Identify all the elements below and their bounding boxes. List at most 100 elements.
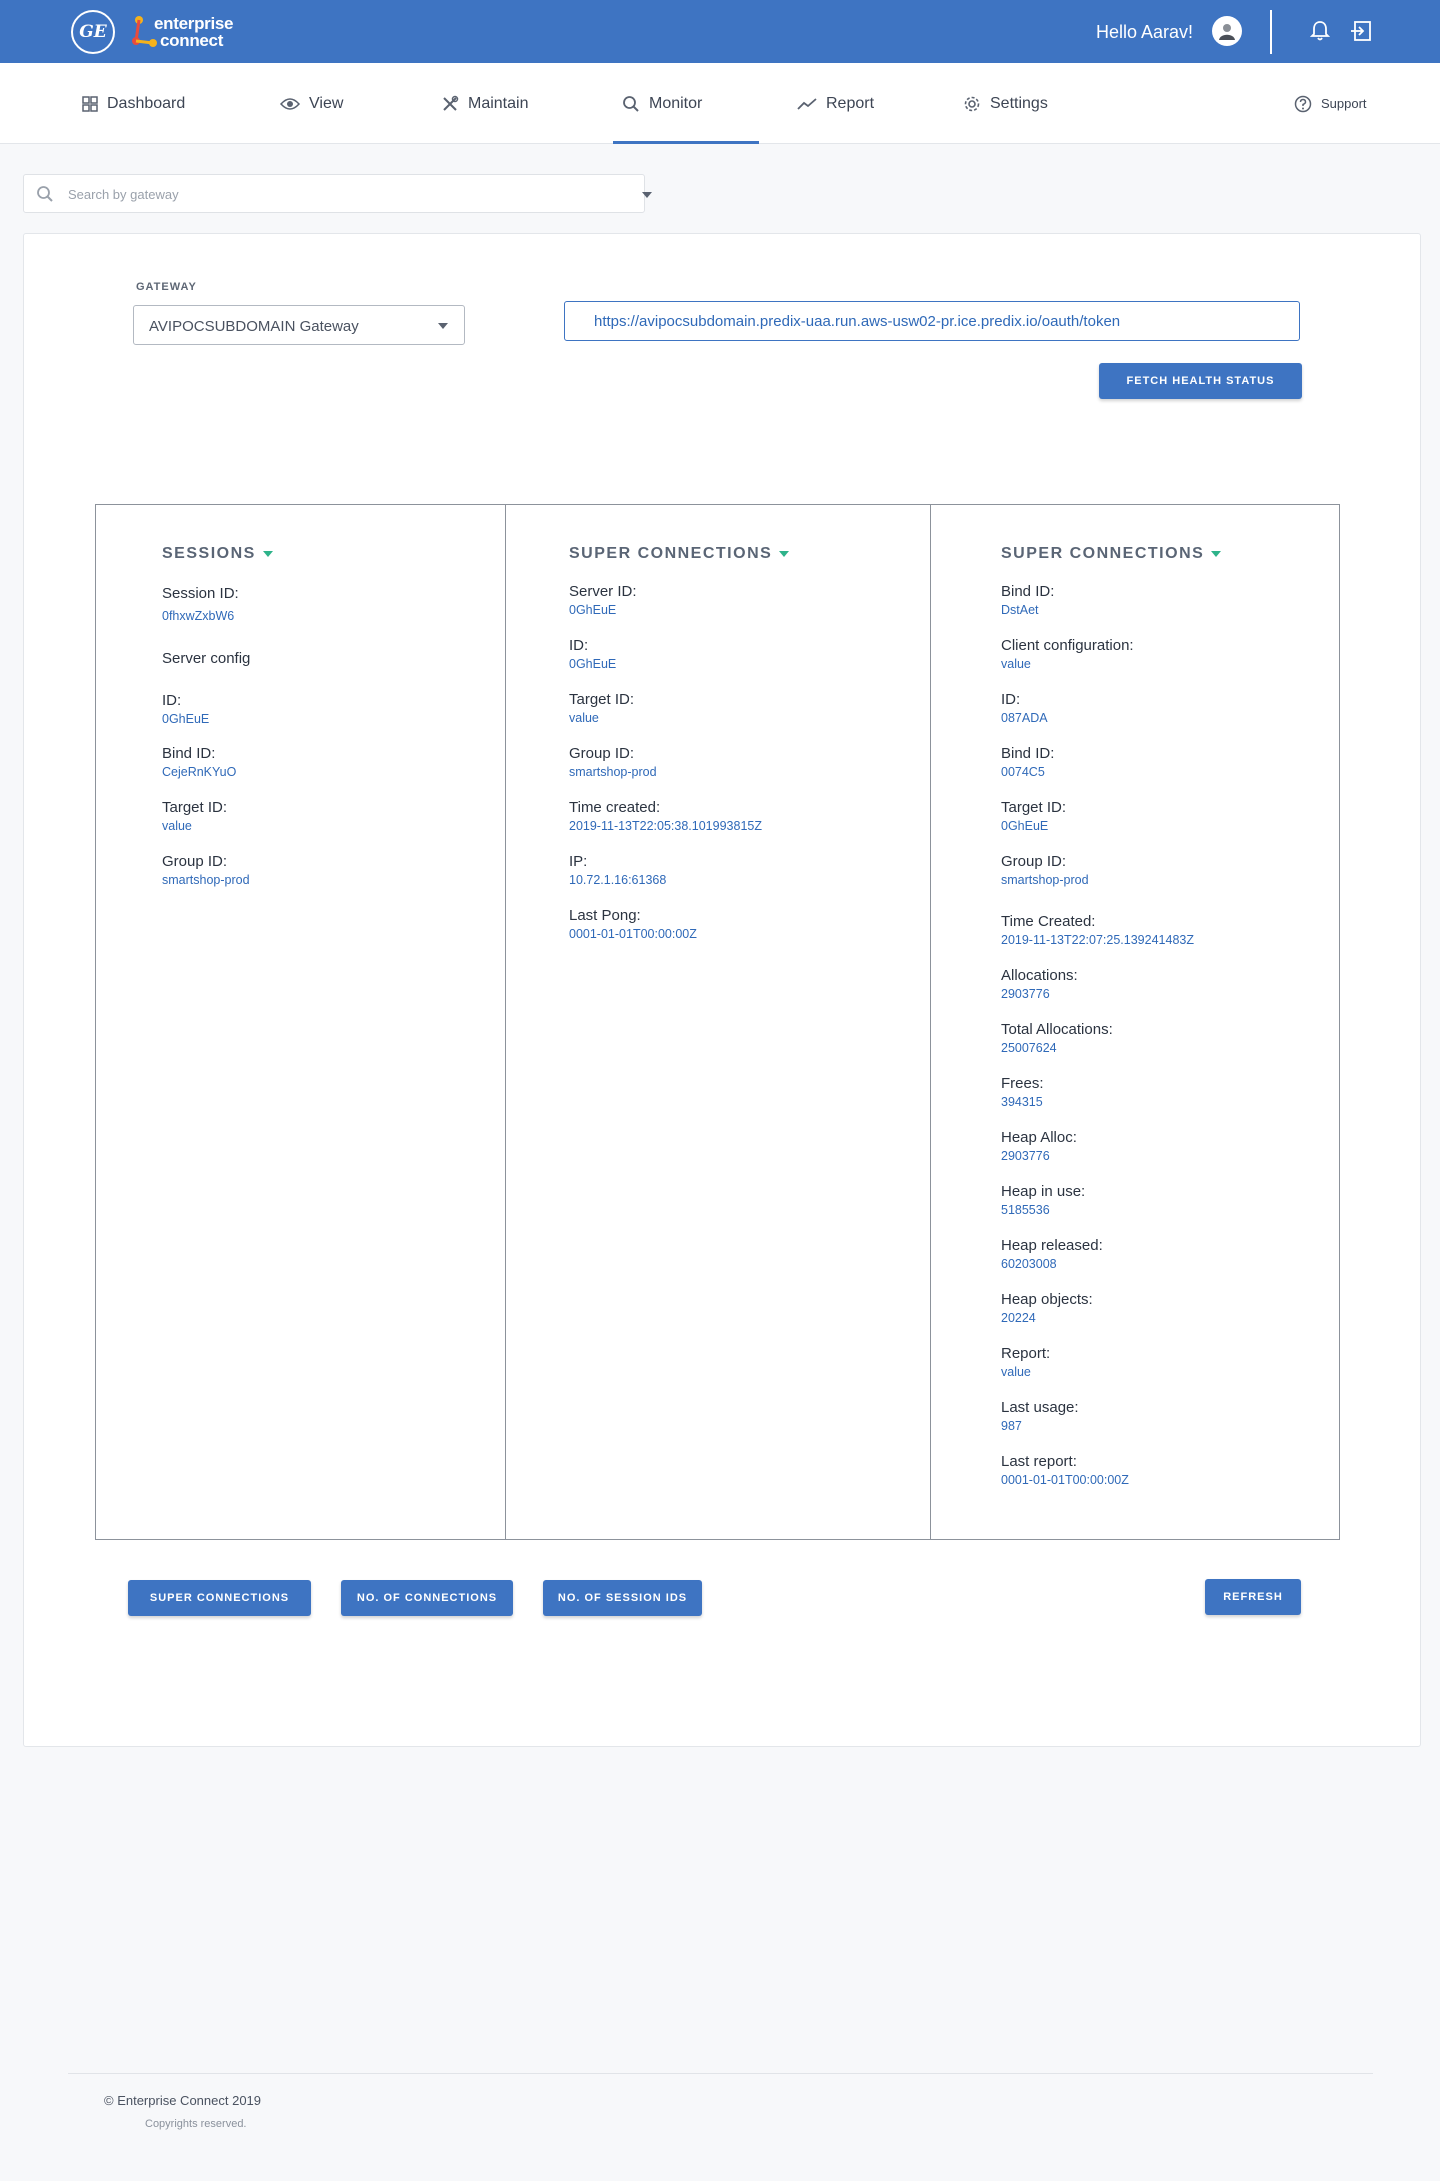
field-value: 25007624 <box>1001 1041 1057 1055</box>
field-value: 2019-11-13T22:05:38.101993815Z <box>569 819 762 833</box>
field-value: 10.72.1.16:61368 <box>569 873 667 887</box>
super-connection-field: Bind ID: 0074C5 <box>1001 745 1054 780</box>
super-connection-field: Frees: 394315 <box>1001 1075 1044 1110</box>
field-label: Last usage: <box>1001 1399 1079 1416</box>
tools-icon <box>443 95 459 111</box>
super-connection-field: Report: value <box>1001 1345 1050 1380</box>
field-value: 0001-01-01T00:00:00Z <box>569 927 697 941</box>
gateway-search[interactable] <box>23 174 652 213</box>
main-nav: Dashboard View Maintain Monitor Report S… <box>0 63 1440 144</box>
super-connection-field: Heap Alloc: 2903776 <box>1001 1129 1077 1164</box>
support-label: Support <box>1321 96 1367 111</box>
field-label: Allocations: <box>1001 967 1078 984</box>
refresh-button[interactable]: REFRESH <box>1205 1579 1301 1615</box>
top-bar: GE enterprise connect Hello Aarav! <box>0 0 1440 63</box>
super-connections-header[interactable]: SUPER CONNECTIONS <box>1001 545 1222 563</box>
field-label: Heap released: <box>1001 1237 1103 1254</box>
field-value: 0074C5 <box>1001 765 1045 779</box>
field-value: value <box>569 711 599 725</box>
logout-icon[interactable] <box>1350 20 1372 47</box>
field-label: Last report: <box>1001 1453 1077 1470</box>
field-label: Total Allocations: <box>1001 1021 1113 1038</box>
field-value: 5185536 <box>1001 1203 1050 1217</box>
field-value: 2019-11-13T22:07:25.139241483Z <box>1001 933 1194 947</box>
nav-view[interactable]: View <box>280 63 343 144</box>
super-connections-header[interactable]: SUPER CONNECTIONS <box>569 545 790 563</box>
field-label: Target ID: <box>569 691 635 708</box>
field-value: smartshop-prod <box>569 765 657 779</box>
field-value: 394315 <box>1001 1095 1043 1109</box>
server-config-heading: Server config <box>162 650 251 667</box>
field-value: CejeRnKYuO <box>162 765 237 779</box>
caret-down-icon <box>779 551 790 557</box>
field-label: Time Created: <box>1001 913 1096 930</box>
super-connection-field: Target ID: 0GhEuE <box>1001 799 1066 834</box>
no-of-session-ids-button[interactable]: NO. OF SESSION IDS <box>543 1580 702 1616</box>
sessions-field: Target ID: value <box>162 799 227 834</box>
super-connection-field: Group ID: smartshop-prod <box>1001 853 1089 888</box>
field-value: 0fhxwZxbW6 <box>162 609 235 623</box>
field-label: ID: <box>1001 691 1021 708</box>
super-connections-button[interactable]: SUPER CONNECTIONS <box>128 1580 311 1616</box>
nav-support[interactable]: Support <box>1294 63 1367 144</box>
caret-down-icon <box>1211 551 1222 557</box>
field-label: Session ID: <box>162 585 239 602</box>
super-connection-field: ID: 087ADA <box>1001 691 1048 726</box>
ge-logo-text: GE <box>79 22 107 42</box>
search-input[interactable] <box>68 183 588 205</box>
token-url-field[interactable]: https://avipocsubdomain.predix-uaa.run.a… <box>564 301 1300 341</box>
chevron-down-icon[interactable] <box>642 192 652 198</box>
field-value: 2903776 <box>1001 987 1050 1001</box>
super-connection-field: Total Allocations: 25007624 <box>1001 1021 1113 1056</box>
session-id-field: Session ID: 0fhxwZxbW6 <box>162 585 239 624</box>
gateway-select[interactable]: AVIPOCSUBDOMAIN Gateway <box>133 305 465 345</box>
help-icon <box>1294 95 1312 112</box>
super-connection-field: Heap released: 60203008 <box>1001 1237 1103 1272</box>
footer-divider <box>68 2073 1373 2074</box>
nav-maintain[interactable]: Maintain <box>441 63 528 144</box>
field-label: Group ID: <box>569 745 635 762</box>
field-value: 0GhEuE <box>162 712 210 726</box>
nav-dashboard[interactable]: Dashboard <box>82 63 185 144</box>
sessions-header[interactable]: SESSIONS <box>162 545 273 563</box>
dashboard-icon <box>82 95 98 112</box>
search-icon <box>37 186 53 202</box>
ge-logo-icon: GE <box>71 10 115 54</box>
field-value: DstAet <box>1001 603 1039 617</box>
super-connection-field: Time created: 2019-11-13T22:05:38.101993… <box>569 799 762 834</box>
nav-settings[interactable]: Settings <box>963 63 1048 144</box>
sessions-field: Bind ID: CejeRnKYuO <box>162 745 236 780</box>
gear-icon <box>964 96 980 111</box>
header-divider <box>1270 10 1272 54</box>
field-value: 2903776 <box>1001 1149 1050 1163</box>
super-connection-field: Heap objects: 20224 <box>1001 1291 1093 1326</box>
logo-line-2: connect <box>160 31 224 50</box>
sessions-field: Group ID: smartshop-prod <box>162 853 250 888</box>
field-label: Bind ID: <box>1001 583 1055 600</box>
nav-monitor-label: Monitor <box>649 94 703 112</box>
field-value: 0GhEuE <box>1001 819 1049 833</box>
super-connections-title: SUPER CONNECTIONS <box>1001 545 1205 562</box>
footer-rights: Copyrights reserved. <box>145 2118 247 2130</box>
sessions-title: SESSIONS <box>162 545 256 562</box>
enterprise-connect-logo: enterprise connect <box>130 12 250 54</box>
super-connections-detail-column: SUPER CONNECTIONS Bind ID: DstAet Client … <box>931 505 1339 1539</box>
field-value: 60203008 <box>1001 1257 1057 1271</box>
nav-report[interactable]: Report <box>797 63 874 144</box>
fetch-health-status-button[interactable]: FETCH HEALTH STATUS <box>1099 363 1302 399</box>
nav-monitor[interactable]: Monitor <box>622 63 702 144</box>
user-avatar-icon[interactable] <box>1212 16 1242 46</box>
nav-view-label: View <box>309 94 344 112</box>
nav-settings-label: Settings <box>990 94 1048 112</box>
bell-icon[interactable] <box>1309 20 1331 47</box>
field-label: Heap objects: <box>1001 1291 1093 1308</box>
no-of-connections-button[interactable]: NO. OF CONNECTIONS <box>341 1580 513 1616</box>
field-label: Group ID: <box>1001 853 1067 870</box>
super-connections-column: SUPER CONNECTIONS Server ID: 0GhEuE ID: … <box>506 505 931 1539</box>
field-label: IP: <box>569 853 588 870</box>
super-connection-field: IP: 10.72.1.16:61368 <box>569 853 666 888</box>
gateway-selected-value: AVIPOCSUBDOMAIN Gateway <box>149 318 359 335</box>
field-label: Client configuration: <box>1001 637 1134 654</box>
nav-maintain-label: Maintain <box>468 94 529 112</box>
super-connection-field: Last report: 0001-01-01T00:00:00Z <box>1001 1453 1129 1488</box>
